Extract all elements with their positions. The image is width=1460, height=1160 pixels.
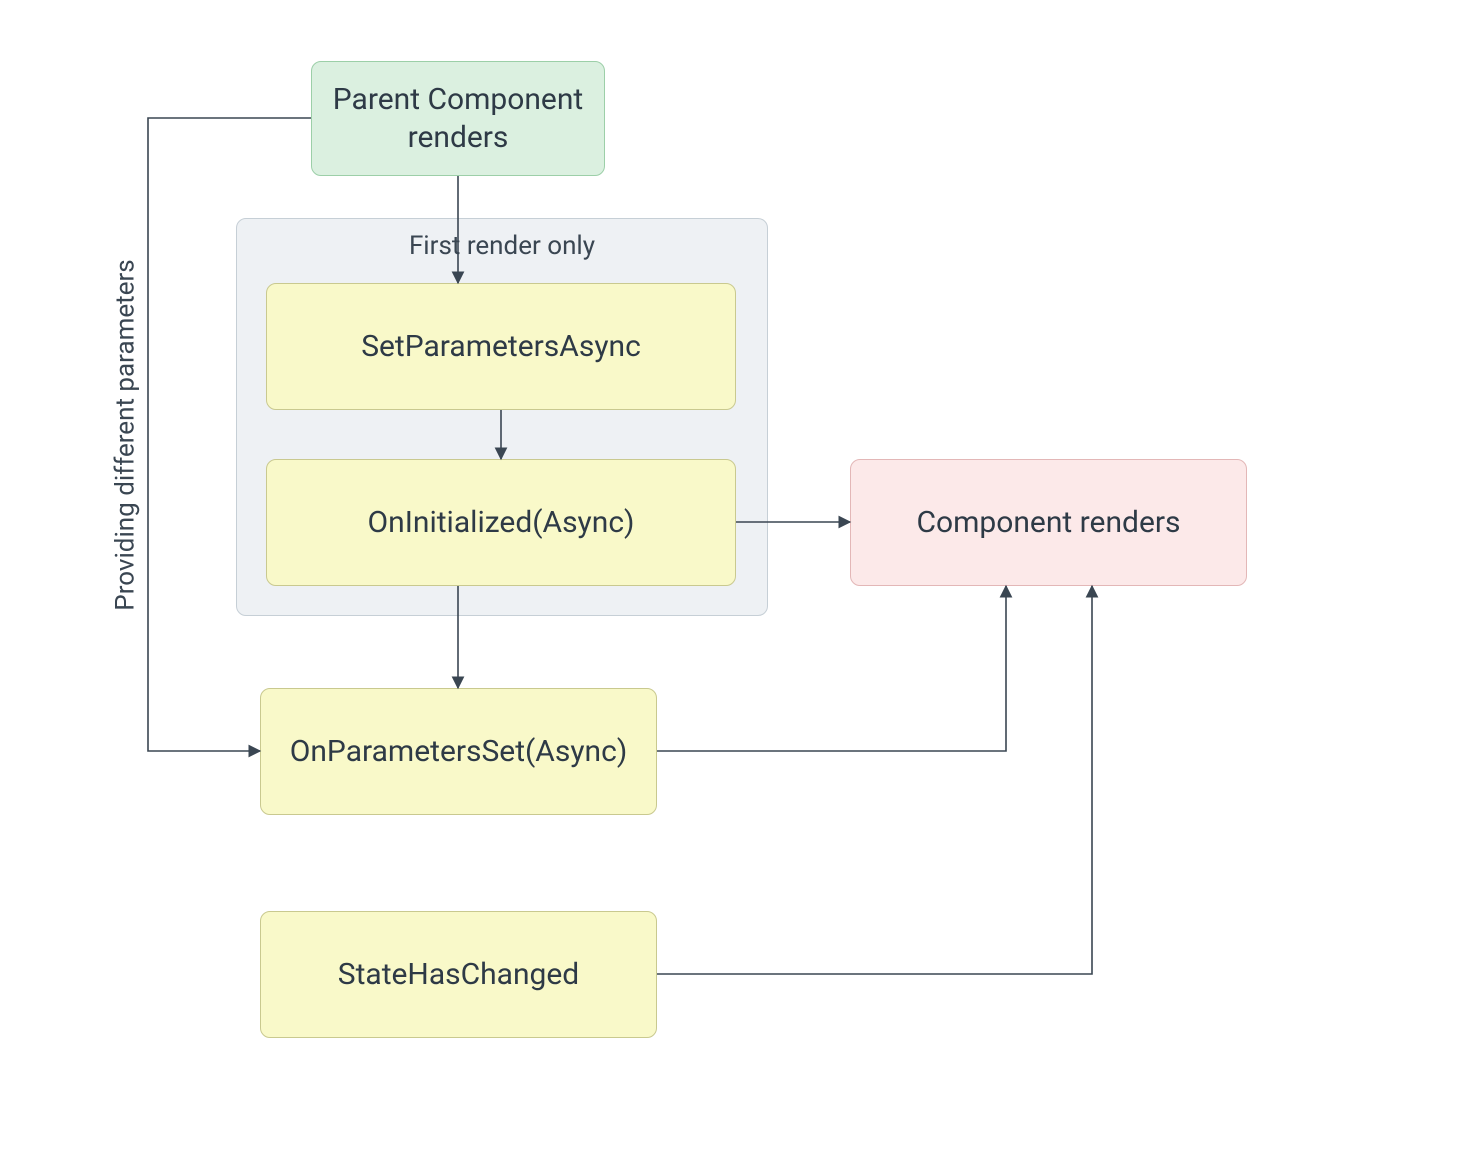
- node-state-has-changed: StateHasChanged: [260, 911, 657, 1038]
- group-title: First render only: [237, 231, 767, 261]
- node-parent-renders: Parent Component renders: [311, 61, 605, 176]
- edge-label-providing-parameters: Providing different parameters: [111, 259, 141, 610]
- node-component-renders: Component renders: [850, 459, 1247, 586]
- edge-statechanged-to-renders: [657, 586, 1092, 974]
- diagram-canvas: First render only Parent Component rende…: [0, 0, 1460, 1160]
- node-on-parameters-set-async: OnParametersSet(Async): [260, 688, 657, 815]
- node-set-parameters-async: SetParametersAsync: [266, 283, 736, 410]
- node-on-initialized-async: OnInitialized(Async): [266, 459, 736, 586]
